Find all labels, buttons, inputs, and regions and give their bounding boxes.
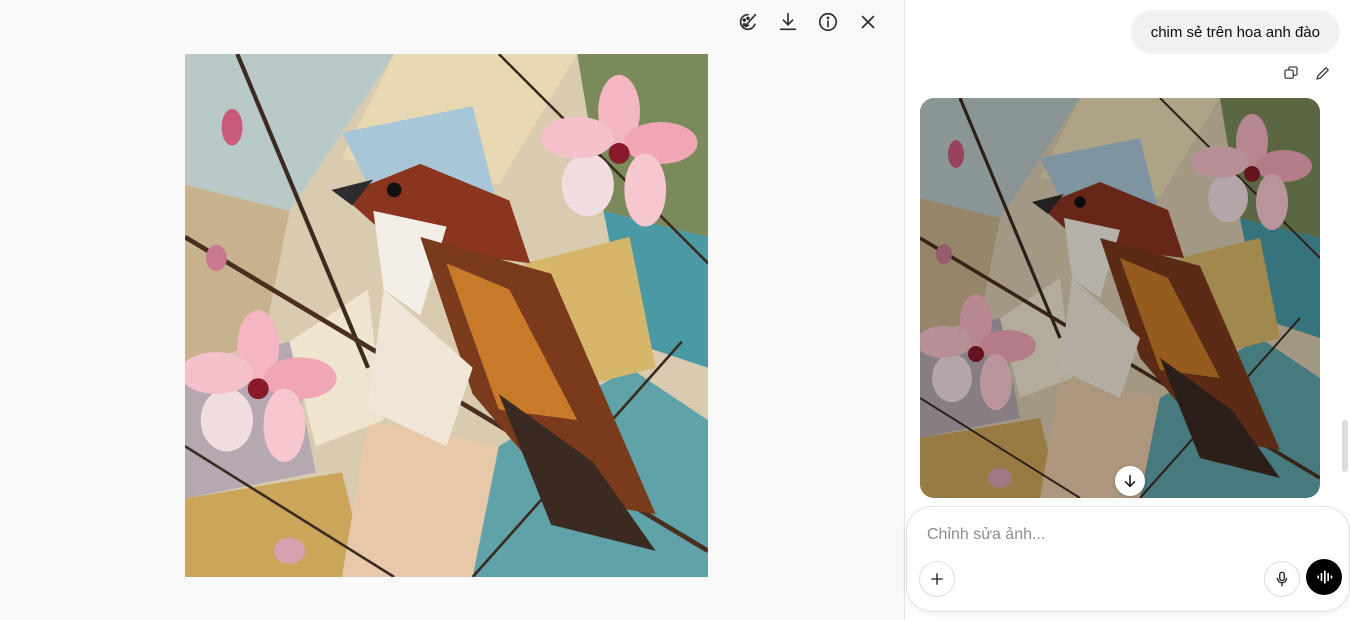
thumbnail-download-button[interactable] <box>1115 466 1145 496</box>
microphone-button[interactable] <box>1264 561 1300 597</box>
info-icon[interactable] <box>813 10 843 34</box>
generated-image-thumbnail[interactable] <box>920 98 1320 498</box>
close-icon[interactable] <box>853 10 883 34</box>
edit-image-input[interactable] <box>925 523 1309 547</box>
user-message-bubble: chim sẻ trên hoa anh đào <box>1130 10 1340 54</box>
waveform-icon <box>1317 570 1333 584</box>
scrollbar[interactable] <box>1342 420 1348 472</box>
plus-icon <box>931 573 943 585</box>
edit-image-icon[interactable] <box>733 10 763 34</box>
voice-mode-button[interactable] <box>1306 559 1342 595</box>
message-actions <box>1282 64 1332 82</box>
edit-pencil-icon[interactable] <box>1314 64 1332 82</box>
add-attachment-button[interactable] <box>919 561 955 597</box>
composer <box>906 506 1350 612</box>
image-viewer <box>0 0 904 620</box>
generated-image-large <box>185 54 708 577</box>
viewer-toolbar <box>733 10 883 34</box>
arrow-down-icon <box>1124 475 1136 487</box>
chat-panel: chim sẻ trên hoa anh đào <box>905 0 1350 620</box>
download-icon[interactable] <box>773 10 803 34</box>
copy-icon[interactable] <box>1282 64 1300 82</box>
microphone-icon <box>1276 571 1288 587</box>
